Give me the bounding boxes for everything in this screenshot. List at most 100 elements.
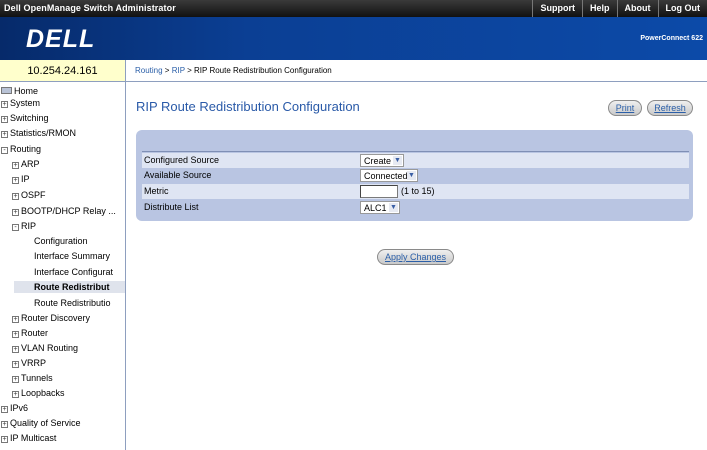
chevron-down-icon: ▼	[389, 203, 398, 212]
sidebar-item-statistics[interactable]: + Statistics/RMON	[1, 127, 76, 139]
sidebar-item-route-redistribution-config[interactable]: Route Redistribut	[14, 281, 125, 293]
expand-icon[interactable]: +	[12, 376, 19, 383]
sidebar-item-rip[interactable]: - RIP	[12, 220, 36, 232]
support-link[interactable]: Support	[532, 0, 582, 17]
product-name: PowerConnect 622	[640, 35, 703, 42]
about-link[interactable]: About	[616, 0, 658, 17]
expand-icon[interactable]: +	[1, 421, 8, 428]
app-title: Dell OpenManage Switch Administrator	[4, 3, 176, 13]
expand-icon[interactable]: +	[1, 131, 8, 138]
sidebar-item-label: VRRP	[21, 358, 47, 368]
sidebar-item-label: ARP	[21, 159, 40, 169]
sidebar-item-route-redistribution-summary[interactable]: Route Redistributio	[34, 297, 111, 309]
sidebar-item-label: Router	[21, 328, 49, 338]
expand-icon[interactable]: +	[12, 162, 19, 169]
breadcrumb-routing[interactable]: Routing	[135, 66, 163, 75]
divider	[142, 151, 689, 152]
expand-icon[interactable]: +	[12, 331, 19, 338]
refresh-button[interactable]: Refresh	[647, 100, 693, 116]
sidebar-item-label: Loopbacks	[21, 388, 65, 398]
chevron-down-icon: ▼	[393, 156, 402, 165]
available-source-row: Available Source Connected ▼	[142, 168, 689, 183]
configured-source-row: Configured Source Create ▼	[142, 153, 689, 168]
sidebar-item-vrrp[interactable]: + VRRP	[12, 357, 46, 369]
sidebar-item-label: Switching	[10, 113, 49, 123]
expand-icon[interactable]: +	[1, 116, 8, 123]
sidebar-item-label: IP	[21, 174, 30, 184]
configured-source-value: Create	[364, 156, 392, 166]
sidebar-item-routing[interactable]: - Routing	[1, 143, 41, 155]
sidebar-item-label: Interface Summary	[34, 251, 111, 261]
sidebar-item-quality-of-service[interactable]: + Quality of Service	[1, 417, 81, 429]
available-source-select[interactable]: Connected ▼	[360, 169, 418, 182]
top-bar: Dell OpenManage Switch Administrator Sup…	[0, 0, 707, 17]
sidebar-item-rip-configuration[interactable]: Configuration	[34, 235, 88, 247]
metric-row: Metric (1 to 15)	[142, 184, 689, 199]
sidebar-item-label: Router Discovery	[21, 313, 91, 323]
sidebar-item-label: Route Redistribut	[34, 282, 110, 292]
sidebar-item-bootp-dhcp-relay[interactable]: + BOOTP/DHCP Relay ...	[12, 205, 116, 217]
sidebar-item-label: System	[10, 98, 41, 108]
sidebar-item-ipv6[interactable]: + IPv6	[1, 402, 28, 414]
expand-icon[interactable]: +	[1, 436, 8, 443]
sidebar-item-label: Home	[14, 86, 39, 96]
distribute-list-select[interactable]: ALC1 ▼	[360, 201, 400, 214]
sidebar-item-label: Configuration	[34, 236, 88, 246]
metric-input[interactable]	[360, 185, 398, 198]
sidebar-item-label: Route Redistributio	[34, 298, 111, 308]
expand-icon[interactable]: +	[12, 209, 19, 216]
configured-source-select[interactable]: Create ▼	[360, 154, 404, 167]
sidebar-item-label: Tunnels	[21, 373, 53, 383]
sidebar-item-system[interactable]: + System	[1, 97, 40, 109]
sidebar-item-router[interactable]: + Router	[12, 327, 48, 339]
sidebar-item-loopbacks[interactable]: + Loopbacks	[12, 387, 65, 399]
sidebar-item-router-discovery[interactable]: + Router Discovery	[12, 312, 90, 324]
sidebar-item-ospf[interactable]: + OSPF	[12, 189, 46, 201]
breadcrumb-separator: >	[162, 66, 172, 75]
chevron-down-icon: ▼	[407, 171, 416, 180]
sidebar-item-label: IPv6	[10, 403, 29, 413]
sidebar-item-label: Routing	[10, 144, 42, 154]
breadcrumb: Routing > RIP > RIP Route Redistribution…	[126, 60, 707, 82]
metric-range-hint: (1 to 15)	[401, 186, 435, 196]
sidebar-item-arp[interactable]: + ARP	[12, 158, 40, 170]
sidebar-item-tunnels[interactable]: + Tunnels	[12, 372, 53, 384]
logout-link[interactable]: Log Out	[657, 0, 707, 17]
metric-label: Metric	[144, 186, 169, 196]
collapse-icon[interactable]: -	[1, 147, 8, 154]
breadcrumb-separator: >	[184, 66, 195, 75]
expand-icon[interactable]: +	[1, 406, 8, 413]
sidebar-item-label: VLAN Routing	[21, 343, 79, 353]
expand-icon[interactable]: +	[12, 177, 19, 184]
sidebar-item-label: OSPF	[21, 190, 46, 200]
sidebar-item-interface-configuration[interactable]: Interface Configurat	[34, 266, 113, 278]
dell-logo: DELL	[26, 25, 96, 53]
expand-icon[interactable]: +	[12, 361, 19, 368]
configured-source-label: Configured Source	[144, 155, 220, 165]
sidebar-nav: Home + System + Switching + Statistics/RMON…	[0, 82, 126, 450]
expand-icon[interactable]: +	[12, 391, 19, 398]
sidebar-item-label: BOOTP/DHCP Relay ...	[21, 206, 116, 216]
sidebar-item-ip-multicast[interactable]: + IP Multicast	[1, 432, 56, 444]
sidebar-item-switching[interactable]: + Switching	[1, 112, 49, 124]
expand-icon[interactable]: +	[1, 101, 8, 108]
collapse-icon[interactable]: -	[12, 224, 19, 231]
sidebar-item-interface-summary[interactable]: Interface Summary	[34, 250, 110, 262]
device-ip: 10.254.24.161	[0, 60, 126, 82]
breadcrumb-rip[interactable]: RIP	[172, 66, 185, 75]
help-link[interactable]: Help	[581, 0, 617, 17]
sidebar-item-home[interactable]: Home	[1, 85, 38, 97]
sidebar-item-ip[interactable]: + IP	[12, 173, 30, 185]
distribute-list-label: Distribute List	[144, 202, 199, 212]
sidebar-item-vlan-routing[interactable]: + VLAN Routing	[12, 342, 78, 354]
distribute-list-value: ALC1	[364, 203, 387, 213]
available-source-label: Available Source	[144, 170, 212, 180]
sidebar-item-label: Statistics/RMON	[10, 128, 77, 138]
apply-changes-button[interactable]: Apply Changes	[377, 249, 454, 265]
page-title: RIP Route Redistribution Configuration	[136, 99, 360, 114]
expand-icon[interactable]: +	[12, 193, 19, 200]
expand-icon[interactable]: +	[12, 346, 19, 353]
expand-icon[interactable]: +	[12, 316, 19, 323]
print-button[interactable]: Print	[608, 100, 642, 116]
redistribution-form: Configured Source Create ▼ Available Sour…	[136, 130, 693, 221]
